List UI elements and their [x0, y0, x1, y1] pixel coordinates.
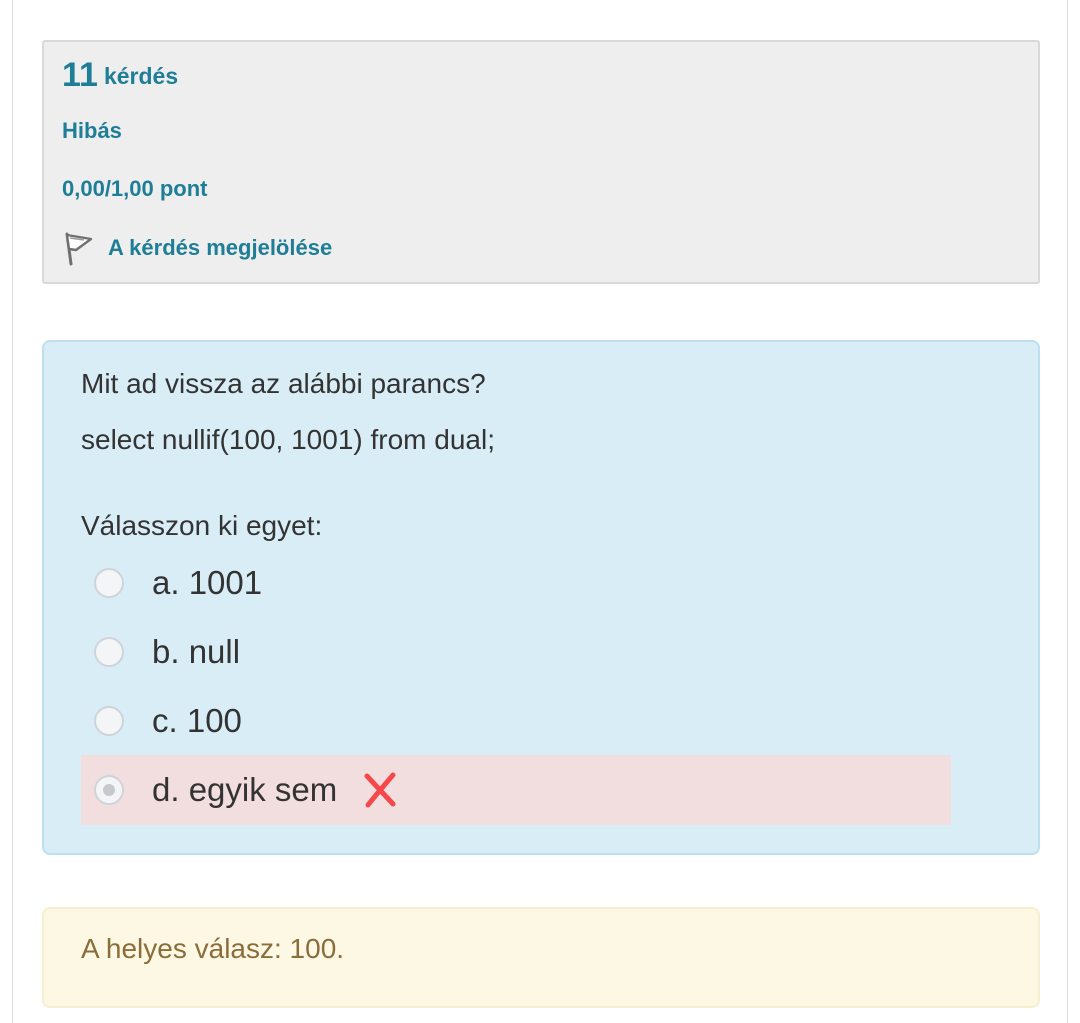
- answer-prompt: Válasszon ki egyet:: [81, 510, 323, 541]
- answer-option-label: b. null: [152, 633, 241, 670]
- page: 11 kérdés Hibás 0,00/1,00 pont A kérdés m…: [12, 0, 1068, 1023]
- flag-question-label: A kérdés megjelölése: [108, 235, 333, 260]
- question-number: 11: [62, 56, 98, 94]
- answer-option-d[interactable]: d. egyik sem: [81, 755, 951, 825]
- answer-option-label: c. 100: [152, 702, 242, 739]
- cross-icon: [364, 772, 396, 808]
- question-state: Hibás: [62, 118, 122, 143]
- question-grade: 0,00/1,00 pont: [62, 176, 208, 201]
- answer-option-c[interactable]: c. 100: [81, 686, 951, 756]
- question-number-heading: 11 kérdés: [62, 56, 178, 95]
- answer-option-label: d. egyik sem: [152, 771, 338, 808]
- question-info-panel: 11 kérdés Hibás 0,00/1,00 pont A kérdés m…: [42, 40, 1040, 284]
- question-text-panel: Mit ad vissza az alábbi parancs? select …: [42, 340, 1040, 855]
- answer-option-a[interactable]: a. 1001: [81, 548, 951, 618]
- flag-question-button[interactable]: A kérdés megjelölése: [62, 230, 332, 266]
- question-word: kérdés: [103, 63, 179, 89]
- radio-button-selected[interactable]: [94, 775, 124, 805]
- flag-icon: [65, 232, 93, 266]
- question-text-line-2: select nullif(100, 1001) from dual;: [81, 424, 495, 455]
- right-answer-feedback: A helyes válasz: 100.: [42, 907, 1040, 1008]
- radio-button[interactable]: [94, 568, 124, 598]
- question-text-line-1: Mit ad vissza az alábbi parancs?: [81, 368, 486, 399]
- answer-option-b[interactable]: b. null: [81, 617, 951, 687]
- radio-button[interactable]: [94, 706, 124, 736]
- answer-option-label: a. 1001: [152, 564, 263, 601]
- right-answer-text: A helyes válasz: 100.: [81, 933, 345, 964]
- radio-button[interactable]: [94, 637, 124, 667]
